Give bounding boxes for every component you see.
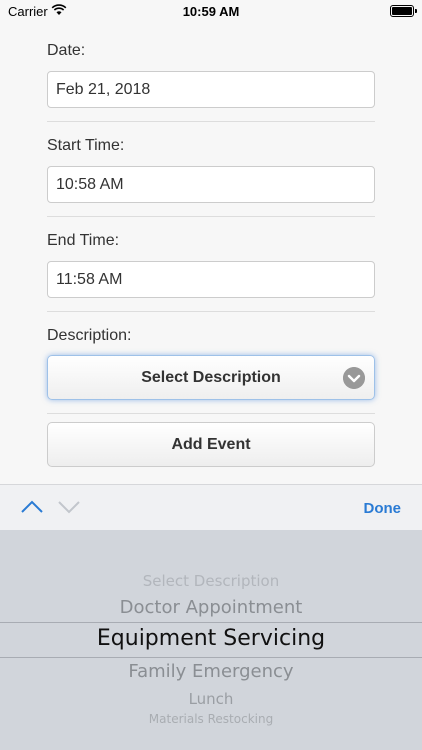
chevron-down-icon [343, 367, 365, 389]
date-label: Date: [47, 42, 86, 59]
done-button[interactable]: Done [364, 500, 402, 517]
date-field[interactable]: Feb 21, 2018 [47, 71, 375, 108]
start-time-label: Start Time: [47, 137, 125, 154]
picker-option[interactable]: Materials Restocking [0, 712, 422, 726]
start-time-field[interactable]: 10:58 AM [47, 166, 375, 203]
end-time-field[interactable]: 11:58 AM [47, 261, 375, 298]
end-time-label: End Time: [47, 232, 120, 249]
picker-option[interactable]: Family Emergency [0, 661, 422, 682]
description-label: Description: [47, 327, 132, 344]
description-picker[interactable]: Select Description Doctor Appointment Eq… [0, 530, 422, 750]
select-description-label: Select Description [141, 369, 281, 386]
picker-selection-line [0, 657, 422, 658]
select-description-button[interactable]: Select Description [47, 355, 375, 400]
event-form: Date: Feb 21, 2018 Start Time: 10:58 AM … [0, 24, 422, 484]
divider [47, 311, 375, 312]
divider [47, 216, 375, 217]
battery-icon [390, 5, 417, 17]
picker-option[interactable]: Select Description [0, 572, 422, 590]
divider [47, 121, 375, 122]
picker-option-selected[interactable]: Equipment Servicing [0, 626, 422, 651]
picker-selection-line [0, 622, 422, 623]
status-time: 10:59 AM [182, 4, 240, 19]
keyboard-toolbar: Done [0, 484, 422, 530]
picker-option[interactable]: Doctor Appointment [0, 597, 422, 618]
previous-field-icon[interactable] [20, 499, 44, 515]
next-field-icon[interactable] [57, 499, 81, 515]
status-bar: Carrier 10:59 AM [0, 0, 422, 24]
add-event-button[interactable]: Add Event [47, 422, 375, 467]
picker-option[interactable]: Lunch [0, 690, 422, 708]
divider [47, 413, 375, 414]
